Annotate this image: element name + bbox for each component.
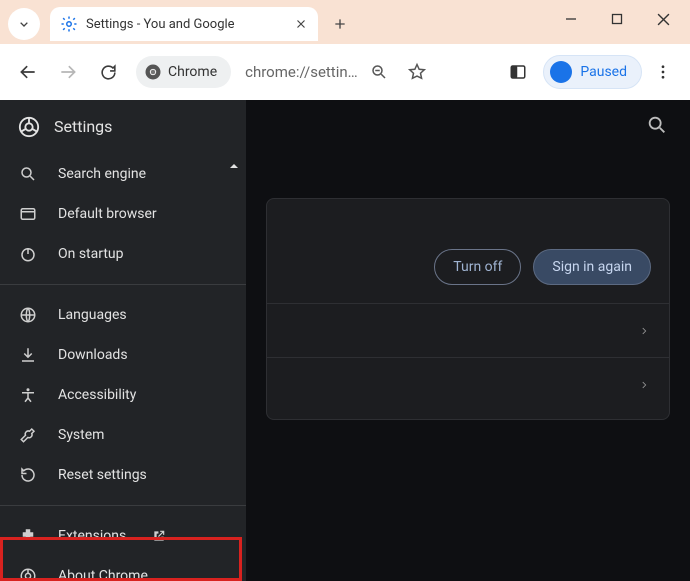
chevron-right-icon — [639, 378, 649, 392]
sidebar-item-label: Extensions — [58, 528, 126, 544]
sidebar-item-downloads[interactable]: Downloads — [0, 335, 246, 375]
sidebar-separator — [0, 284, 246, 285]
sidebar-scroll[interactable]: Search engine Default browser On startup… — [0, 154, 246, 581]
sidebar-item-languages[interactable]: Languages — [0, 295, 246, 335]
settings-row[interactable] — [267, 303, 669, 357]
zoom-icon — [370, 63, 388, 81]
globe-icon — [18, 305, 38, 325]
browser-icon — [18, 204, 38, 224]
sidebar-item-label: About Chrome — [58, 568, 148, 581]
reset-icon — [18, 465, 38, 485]
download-icon — [18, 345, 38, 365]
sidebar-item-about-chrome[interactable]: About Chrome — [0, 556, 246, 581]
sidebar-header: Settings — [0, 100, 246, 154]
sidebar-item-system[interactable]: System — [0, 415, 246, 455]
avatar-icon — [550, 61, 572, 83]
address-bar-url[interactable]: chrome://settin… — [245, 63, 358, 81]
browser-tab[interactable]: Settings - You and Google — [50, 7, 318, 41]
settings-content: Settings Search engine Default browser O… — [0, 100, 690, 581]
power-icon — [18, 244, 38, 264]
close-window-button[interactable] — [640, 0, 686, 38]
chrome-logo-icon — [18, 116, 40, 138]
gear-icon — [60, 15, 78, 33]
profile-status-label: Paused — [580, 64, 627, 80]
tab-title: Settings - You and Google — [86, 17, 294, 32]
minimize-button[interactable] — [548, 0, 594, 38]
reload-icon — [99, 63, 118, 82]
window-titlebar: Settings - You and Google — [0, 0, 690, 44]
profile-paused-chip[interactable]: Paused — [543, 55, 642, 89]
sidebar-item-label: Default browser — [58, 206, 157, 222]
sidebar-item-search-engine[interactable]: Search engine — [0, 154, 246, 194]
minimize-icon — [565, 13, 577, 25]
sidebar-item-default-browser[interactable]: Default browser — [0, 194, 246, 234]
sidebar-item-label: Accessibility — [58, 387, 136, 403]
sidebar-item-label: Reset settings — [58, 467, 147, 483]
sidebar-item-extensions[interactable]: Extensions — [0, 516, 246, 556]
sidebar-item-accessibility[interactable]: Accessibility — [0, 375, 246, 415]
sync-card: Turn off Sign in again — [266, 198, 670, 420]
sidebar-separator — [0, 505, 246, 506]
maximize-icon — [611, 13, 623, 25]
tab-search-dropdown[interactable] — [8, 8, 40, 40]
settings-row[interactable] — [267, 357, 669, 411]
wrench-icon — [18, 425, 38, 445]
chevron-down-icon — [16, 16, 32, 32]
open-external-icon — [152, 529, 166, 543]
accessibility-icon — [18, 385, 38, 405]
zoom-button[interactable] — [362, 55, 396, 89]
back-button[interactable] — [10, 54, 46, 90]
search-settings-button[interactable] — [646, 114, 668, 136]
extension-icon — [18, 526, 38, 546]
arrow-left-icon — [18, 62, 38, 82]
kebab-icon — [654, 63, 672, 81]
search-icon — [18, 164, 38, 184]
side-panel-button[interactable] — [501, 55, 535, 89]
sidebar-item-label: System — [58, 427, 104, 443]
close-icon — [657, 13, 670, 26]
sidebar-item-label: Languages — [58, 307, 127, 323]
overflow-menu-button[interactable] — [646, 55, 680, 89]
sidebar-item-on-startup[interactable]: On startup — [0, 234, 246, 274]
chrome-icon — [144, 63, 162, 81]
bookmark-button[interactable] — [400, 55, 434, 89]
turn-off-button[interactable]: Turn off — [434, 249, 521, 285]
sidebar-item-label: Search engine — [58, 166, 146, 182]
settings-main-panel: Turn off Sign in again — [246, 100, 690, 581]
window-controls — [548, 0, 686, 44]
sidebar-item-label: Downloads — [58, 347, 128, 363]
maximize-button[interactable] — [594, 0, 640, 38]
site-chip[interactable]: Chrome — [136, 56, 231, 88]
site-chip-label: Chrome — [168, 64, 217, 80]
chevron-right-icon — [639, 324, 649, 338]
settings-sidebar: Settings Search engine Default browser O… — [0, 100, 246, 581]
plus-icon — [332, 16, 348, 32]
forward-button[interactable] — [50, 54, 86, 90]
sidebar-title: Settings — [54, 117, 112, 136]
arrow-right-icon — [58, 62, 78, 82]
sidebar-item-label: On startup — [58, 246, 124, 262]
reload-button[interactable] — [90, 54, 126, 90]
new-tab-button[interactable] — [326, 10, 354, 38]
close-icon[interactable] — [294, 17, 308, 31]
browser-toolbar: Chrome chrome://settin… Paused — [0, 44, 690, 100]
side-panel-icon — [509, 63, 527, 81]
sidebar-item-reset-settings[interactable]: Reset settings — [0, 455, 246, 495]
chrome-icon — [18, 566, 38, 581]
sign-in-again-button[interactable]: Sign in again — [533, 249, 651, 285]
star-icon — [407, 62, 427, 82]
